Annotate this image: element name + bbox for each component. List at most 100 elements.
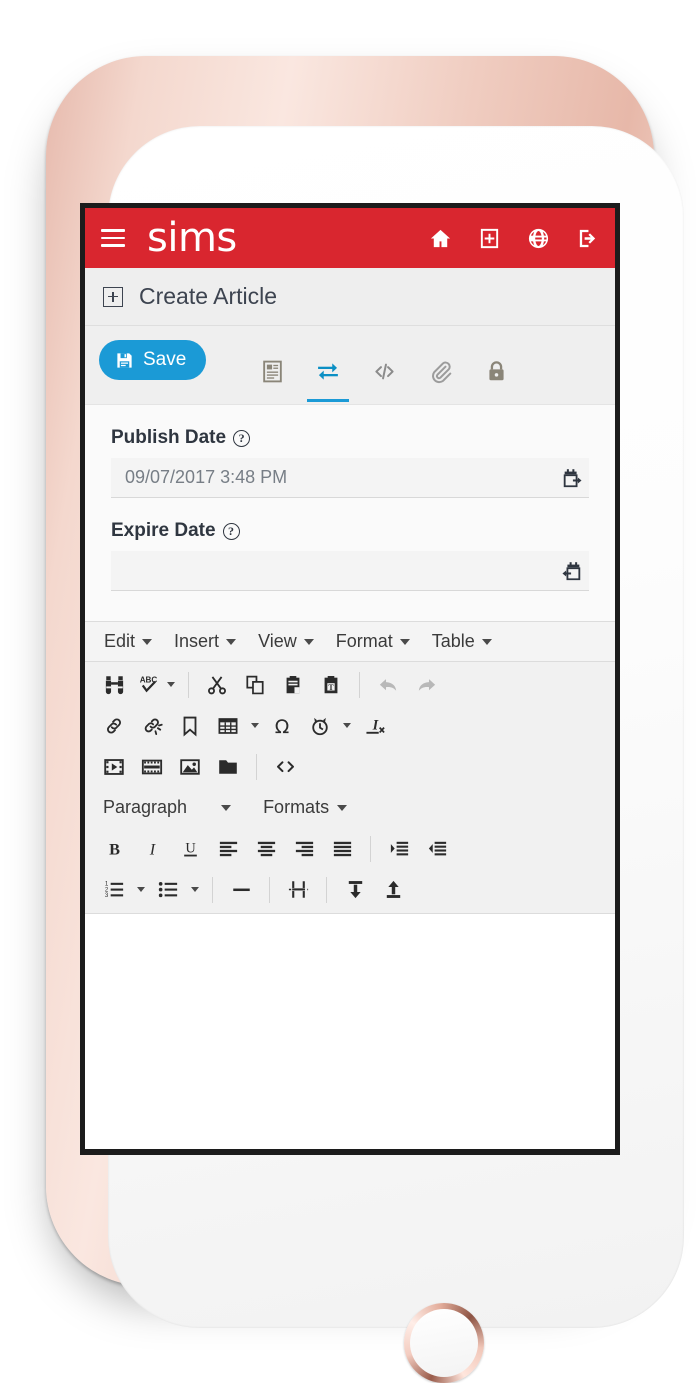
editor-content-area[interactable] xyxy=(85,913,615,1073)
tab-permissions[interactable] xyxy=(468,340,524,402)
globe-icon[interactable] xyxy=(527,227,550,250)
page-break-button[interactable] xyxy=(279,873,317,907)
chevron-down-icon xyxy=(337,804,348,811)
paste-button[interactable] xyxy=(274,668,312,702)
undo-button[interactable] xyxy=(369,668,407,702)
italic-icon: I xyxy=(148,840,156,859)
logout-icon[interactable] xyxy=(576,227,599,250)
table-dropdown[interactable] xyxy=(247,709,263,743)
ordered-list-icon: 123 xyxy=(104,881,123,899)
source-code-button[interactable] xyxy=(266,750,304,784)
publish-date-input[interactable]: 09/07/2017 3:48 PM xyxy=(125,467,561,488)
paste-as-text-button[interactable]: T xyxy=(312,668,350,702)
spellchecker-dropdown[interactable] xyxy=(163,668,179,702)
clear-formatting-icon: I xyxy=(365,717,385,734)
tab-details[interactable] xyxy=(244,340,300,402)
action-tab-bar: Save xyxy=(85,326,615,404)
menu-format-label: Format xyxy=(335,631,393,651)
bullet-list-dropdown[interactable] xyxy=(187,873,203,907)
svg-text:I: I xyxy=(148,840,156,859)
hamburger-icon[interactable] xyxy=(101,229,125,247)
table-grid-icon xyxy=(218,717,238,734)
numbered-list-dropdown[interactable] xyxy=(133,873,149,907)
publishing-form: Publish Date ? 09/07/2017 3:48 PM Expire… xyxy=(85,404,615,621)
file-browser-button[interactable] xyxy=(209,750,247,784)
tab-publishing[interactable] xyxy=(300,340,356,402)
add-box-icon[interactable] xyxy=(478,227,501,250)
menu-edit[interactable]: Edit xyxy=(93,628,163,656)
editor-menubar: Edit Insert View Format Table xyxy=(85,622,615,662)
lock-icon xyxy=(489,360,504,380)
toolbar-separator xyxy=(212,876,213,903)
home-button[interactable] xyxy=(404,1303,484,1383)
toolbar-separator xyxy=(370,835,371,862)
binoculars-icon xyxy=(105,676,123,695)
calendar-start-icon[interactable] xyxy=(561,467,583,489)
formats-menu-label: Formats xyxy=(263,797,330,817)
transfer-arrows-icon xyxy=(317,362,338,380)
menu-view[interactable]: View xyxy=(247,628,325,656)
template-button[interactable] xyxy=(133,750,171,784)
numbered-list-button[interactable]: 123 xyxy=(95,873,133,907)
indent-button[interactable] xyxy=(380,832,418,866)
cut-button[interactable] xyxy=(198,668,236,702)
unlink-button[interactable] xyxy=(133,709,171,743)
table-button[interactable] xyxy=(209,709,247,743)
home-icon[interactable] xyxy=(429,227,452,250)
charmap-button[interactable]: Ω xyxy=(263,709,301,743)
svg-text:T: T xyxy=(328,682,334,691)
insert-below-button[interactable] xyxy=(336,873,374,907)
tab-attachments[interactable] xyxy=(412,340,468,402)
underline-button[interactable]: U xyxy=(171,832,209,866)
align-right-button[interactable] xyxy=(285,832,323,866)
block-format-select[interactable]: Paragraph xyxy=(95,792,237,824)
toolbar-row-5: 123 xyxy=(85,869,615,910)
menu-insert[interactable]: Insert xyxy=(163,628,247,656)
searchreplace-button[interactable] xyxy=(95,668,133,702)
insert-datetime-button[interactable] xyxy=(301,709,339,743)
scissors-icon xyxy=(208,675,226,694)
insert-above-button[interactable] xyxy=(374,873,412,907)
chevron-down-icon xyxy=(142,638,153,645)
expire-date-input-row[interactable] xyxy=(111,551,589,591)
align-center-button[interactable] xyxy=(247,832,285,866)
copy-button[interactable] xyxy=(236,668,274,702)
tab-source[interactable] xyxy=(356,340,412,402)
bullet-list-button[interactable] xyxy=(149,873,187,907)
align-left-icon xyxy=(219,841,237,857)
omega-icon: Ω xyxy=(275,716,290,738)
image-button[interactable] xyxy=(171,750,209,784)
align-left-button[interactable] xyxy=(209,832,247,866)
save-button[interactable]: Save xyxy=(99,340,207,380)
chain-link-icon xyxy=(107,717,121,734)
outdent-button[interactable] xyxy=(418,832,456,866)
page-break-icon xyxy=(288,881,308,898)
help-icon[interactable]: ? xyxy=(222,522,240,540)
calendar-end-icon[interactable] xyxy=(561,560,583,582)
insert-datetime-dropdown[interactable] xyxy=(339,709,355,743)
add-box-icon xyxy=(103,286,123,307)
italic-button[interactable]: I xyxy=(133,832,171,866)
media-button[interactable] xyxy=(95,750,133,784)
chevron-down-icon xyxy=(221,804,232,811)
redo-button[interactable] xyxy=(407,668,445,702)
align-justify-icon xyxy=(333,841,351,857)
expire-date-field: Expire Date ? xyxy=(111,520,589,591)
horizontal-rule-button[interactable] xyxy=(222,873,260,907)
bold-button[interactable]: B xyxy=(95,832,133,866)
formats-menu[interactable]: Formats xyxy=(255,792,353,824)
chevron-down-icon xyxy=(343,723,351,728)
remove-format-button[interactable]: I xyxy=(355,709,393,743)
help-icon[interactable]: ? xyxy=(233,429,251,447)
align-justify-button[interactable] xyxy=(323,832,361,866)
bold-icon: B xyxy=(109,840,120,859)
menu-table[interactable]: Table xyxy=(421,628,503,656)
menu-format[interactable]: Format xyxy=(325,628,421,656)
publish-date-label-row: Publish Date ? xyxy=(111,427,589,449)
menu-edit-label: Edit xyxy=(104,631,136,651)
toolbar-separator xyxy=(256,753,257,780)
link-button[interactable] xyxy=(95,709,133,743)
spellchecker-button[interactable]: ABC xyxy=(133,668,163,702)
publish-date-input-row[interactable]: 09/07/2017 3:48 PM xyxy=(111,458,589,498)
anchor-button[interactable] xyxy=(171,709,209,743)
